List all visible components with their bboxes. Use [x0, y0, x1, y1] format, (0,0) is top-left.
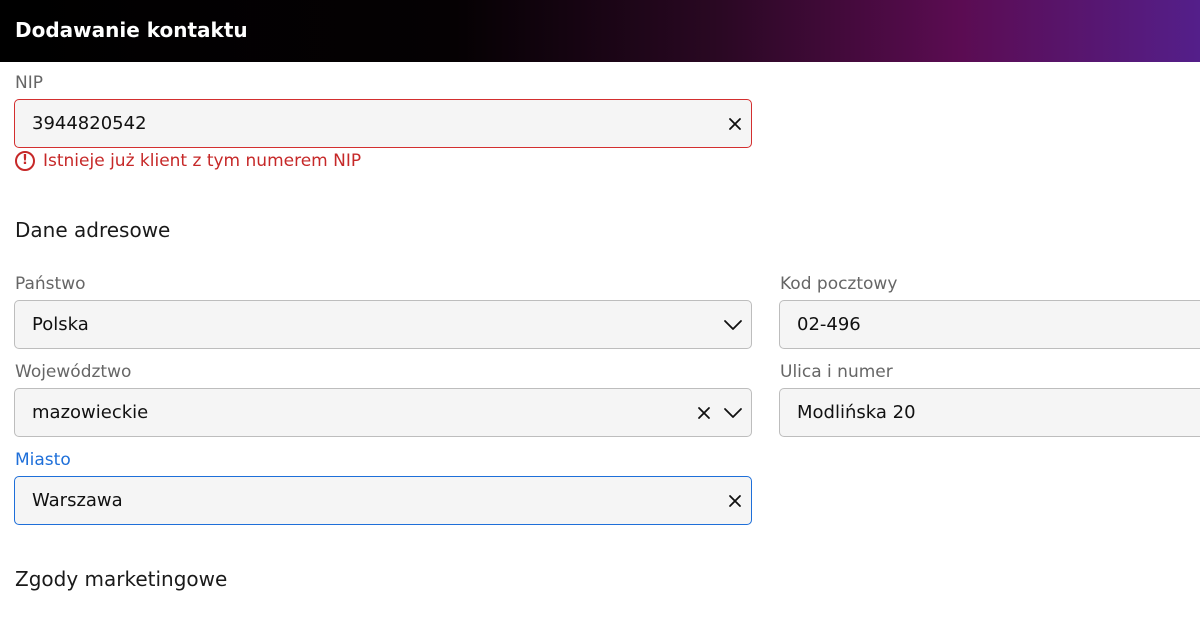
clear-icon[interactable] — [696, 405, 712, 421]
street-value: Modlińska 20 — [797, 402, 916, 423]
error-icon: ! — [15, 151, 35, 171]
page-header: Dodawanie kontaktu — [0, 0, 1200, 62]
clear-icon[interactable] — [727, 493, 743, 509]
street-label: Ulica i numer — [780, 362, 893, 382]
country-select-value: Polska — [32, 314, 89, 335]
nip-input-value: 3944820542 — [32, 113, 147, 134]
postal-code-value: 02-496 — [797, 314, 861, 335]
nip-field[interactable]: 3944820542 — [14, 99, 752, 148]
country-select[interactable]: Polska — [14, 300, 752, 349]
postal-code-field[interactable]: 02-496 — [779, 300, 1200, 349]
country-label: Państwo — [15, 274, 86, 294]
voivodeship-label: Województwo — [15, 362, 132, 382]
address-section-title: Dane adresowe — [15, 218, 171, 242]
city-value: Warszawa — [32, 490, 123, 511]
voivodeship-select-value: mazowieckie — [32, 402, 149, 423]
city-field[interactable]: Warszawa — [14, 476, 752, 525]
city-label: Miasto — [15, 450, 71, 470]
marketing-section-title: Zgody marketingowe — [15, 567, 228, 591]
postal-code-label: Kod pocztowy — [780, 274, 898, 294]
chevron-down-icon[interactable] — [723, 317, 743, 333]
chevron-down-icon[interactable] — [723, 405, 743, 421]
page-title: Dodawanie kontaktu — [15, 18, 248, 42]
nip-label: NIP — [15, 73, 43, 93]
nip-error-text: Istnieje już klient z tym numerem NIP — [43, 151, 362, 171]
clear-icon[interactable] — [727, 116, 743, 132]
street-field[interactable]: Modlińska 20 — [779, 388, 1200, 437]
voivodeship-select[interactable]: mazowieckie — [14, 388, 752, 437]
